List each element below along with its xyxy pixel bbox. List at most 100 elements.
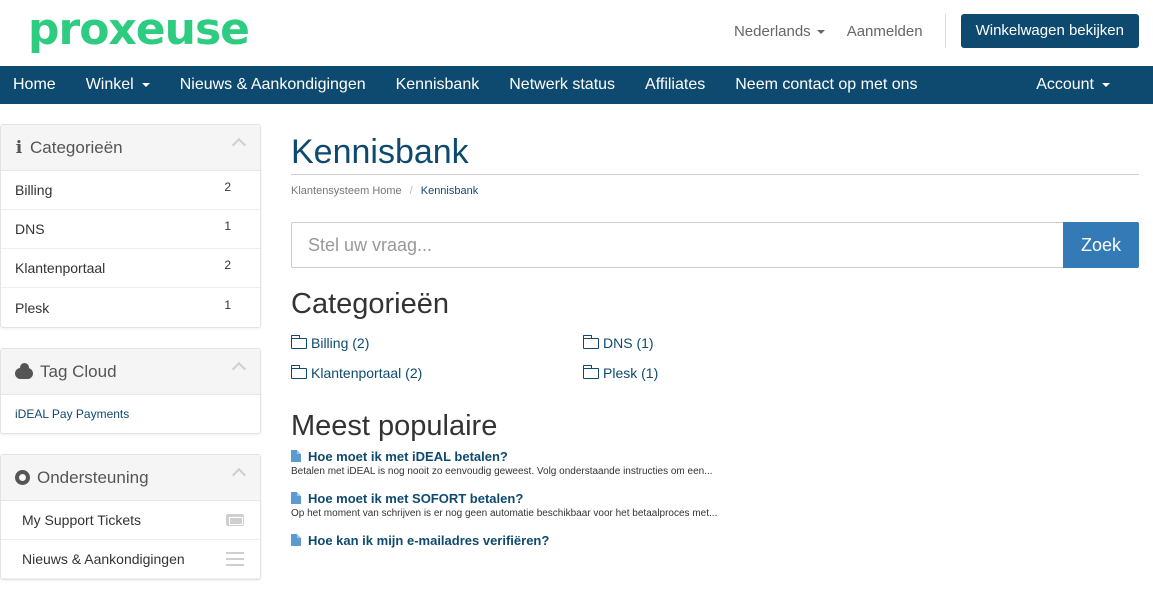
categories-heading: Categorieën bbox=[291, 288, 449, 320]
folder-open-icon bbox=[290, 364, 307, 379]
category-label: Plesk bbox=[15, 299, 50, 316]
nav-label: Kennisbank bbox=[395, 76, 480, 93]
article-link[interactable]: Hoe kan ik mijn e-mailadres verifiëren? bbox=[291, 532, 1139, 548]
article-link[interactable]: Hoe moet ik met SOFORT betalen? bbox=[291, 490, 1139, 506]
nav-news[interactable]: Nieuws & Aankondigingen bbox=[165, 66, 381, 104]
sidebar-category-klantenportaal[interactable]: Klantenportaal 2 bbox=[1, 249, 260, 288]
category-link-dns[interactable]: DNS (1) bbox=[582, 328, 875, 358]
nav-label: Neem contact op met ons bbox=[735, 76, 918, 93]
sidebar-item-news[interactable]: Nieuws & Aankondigingen bbox=[1, 540, 260, 579]
category-link-label: DNS (1) bbox=[603, 335, 654, 351]
popular-articles: Hoe moet ik met iDEAL betalen? Betalen m… bbox=[291, 448, 1139, 548]
login-link[interactable]: Aanmelden bbox=[847, 23, 923, 40]
document-icon bbox=[291, 450, 301, 462]
nav-shop[interactable]: Winkel bbox=[71, 66, 165, 104]
category-link-label: Klantenportaal (2) bbox=[311, 365, 423, 381]
category-link-label: Plesk (1) bbox=[603, 365, 659, 381]
category-label: Billing bbox=[15, 182, 53, 198]
category-link-plesk[interactable]: Plesk (1) bbox=[582, 358, 875, 388]
article-excerpt: Op het moment van schrijven is er nog ge… bbox=[291, 508, 718, 519]
chevron-up-icon[interactable] bbox=[231, 467, 247, 483]
category-count: 1 bbox=[224, 297, 231, 312]
caret-down-icon bbox=[816, 29, 825, 34]
breadcrumb: Klantensysteem Home / Kennisbank bbox=[291, 185, 1139, 199]
nav-knowledgebase[interactable]: Kennisbank bbox=[381, 66, 495, 104]
tag-cloud-body: iDEAL Pay Payments bbox=[1, 395, 260, 433]
document-icon bbox=[291, 492, 301, 504]
category-count: 2 bbox=[224, 258, 231, 272]
nav-label: Account bbox=[1036, 76, 1094, 93]
main-navbar: Home Winkel Nieuws & Aankondigingen Kenn… bbox=[0, 66, 1153, 104]
category-label: Klantenportaal bbox=[15, 260, 106, 276]
panel-title: Tag Cloud bbox=[40, 361, 117, 381]
chevron-up-icon[interactable] bbox=[231, 361, 247, 377]
document-icon bbox=[291, 534, 301, 546]
list-icon bbox=[226, 552, 244, 566]
support-item-label: Nieuws & Aankondigingen bbox=[22, 551, 185, 567]
folder-open-icon bbox=[582, 334, 599, 349]
panel-header[interactable]: i Categorieën bbox=[1, 125, 260, 171]
article-excerpt: Betalen met iDEAL is nog nooit zo eenvou… bbox=[291, 466, 713, 477]
panel-header[interactable]: Ondersteuning bbox=[1, 455, 260, 501]
category-grid: Billing (2) DNS (1) Klantenportaal (2) P… bbox=[290, 328, 1139, 388]
breadcrumb-current: Kennisbank bbox=[420, 185, 479, 197]
article-title: Hoe kan ik mijn e-mailadres verifiëren? bbox=[308, 532, 550, 548]
nav-account[interactable]: Account bbox=[1021, 66, 1125, 104]
categories-panel: i Categorieën Billing 2 DNS 1 Klantenporta… bbox=[0, 124, 261, 328]
tag-link[interactable]: iDEAL Pay Payments bbox=[15, 407, 129, 421]
sidebar-category-plesk[interactable]: Plesk 1 bbox=[1, 288, 260, 327]
nav-label: Nieuws & Aankondigingen bbox=[179, 76, 366, 93]
divider bbox=[944, 14, 946, 48]
search-input[interactable]: Stel uw vraag... bbox=[291, 222, 1063, 268]
site-header: proxeuse Nederlands Aanmelden Winkelwage… bbox=[0, 0, 1153, 66]
folder-open-icon bbox=[290, 334, 307, 349]
nav-label: Affiliates bbox=[645, 76, 706, 93]
search-button[interactable]: Zoek bbox=[1063, 222, 1139, 268]
info-icon: i bbox=[15, 137, 23, 158]
panel-header[interactable]: Tag Cloud bbox=[1, 349, 260, 395]
page-title: Kennisbank bbox=[291, 130, 1139, 175]
category-count: 2 bbox=[224, 180, 231, 194]
top-links: Nederlands Aanmelden Winkelwagen bekijke… bbox=[734, 14, 1139, 48]
nav-label: Home bbox=[13, 76, 56, 93]
language-selector[interactable]: Nederlands bbox=[734, 23, 825, 40]
panel-title: Categorieën bbox=[30, 137, 123, 157]
list-item: Hoe kan ik mijn e-mailadres verifiëren? bbox=[291, 532, 1139, 548]
kb-search: Stel uw vraag... Zoek bbox=[291, 222, 1139, 268]
nav-home[interactable]: Home bbox=[0, 66, 71, 104]
nav-contact[interactable]: Neem contact op met ons bbox=[720, 66, 932, 104]
cloud-icon bbox=[15, 362, 33, 379]
caret-down-icon bbox=[1102, 82, 1110, 87]
category-link-klantenportaal[interactable]: Klantenportaal (2) bbox=[290, 358, 583, 388]
lifebuoy-icon bbox=[15, 470, 30, 485]
sidebar-item-support-tickets[interactable]: My Support Tickets bbox=[1, 501, 260, 540]
language-label: Nederlands bbox=[733, 22, 811, 40]
site-logo[interactable]: proxeuse bbox=[28, 4, 250, 55]
folder-open-icon bbox=[582, 364, 599, 379]
tag-cloud-panel: Tag Cloud iDEAL Pay Payments bbox=[0, 348, 261, 434]
article-link[interactable]: Hoe moet ik met iDEAL betalen? bbox=[291, 448, 1139, 464]
breadcrumb-separator: / bbox=[409, 185, 413, 197]
sidebar-category-dns[interactable]: DNS 1 bbox=[1, 210, 260, 249]
nav-network-status[interactable]: Netwerk status bbox=[494, 66, 630, 104]
view-cart-button[interactable]: Winkelwagen bekijken bbox=[960, 14, 1139, 48]
support-item-label: My Support Tickets bbox=[22, 512, 142, 528]
sidebar-category-billing[interactable]: Billing 2 bbox=[1, 171, 260, 210]
article-title: Hoe moet ik met SOFORT betalen? bbox=[308, 490, 524, 506]
nav-label: Winkel bbox=[85, 76, 134, 93]
list-item: Hoe moet ik met SOFORT betalen? Op het m… bbox=[291, 490, 1139, 521]
list-item: Hoe moet ik met iDEAL betalen? Betalen m… bbox=[291, 448, 1139, 479]
article-title: Hoe moet ik met iDEAL betalen? bbox=[308, 448, 508, 464]
category-count: 1 bbox=[224, 219, 231, 233]
panel-title: Ondersteuning bbox=[37, 467, 149, 487]
nav-affiliates[interactable]: Affiliates bbox=[630, 66, 720, 104]
category-link-label: Billing (2) bbox=[311, 335, 370, 351]
breadcrumb-home[interactable]: Klantensysteem Home bbox=[291, 185, 402, 197]
nav-label: Netwerk status bbox=[509, 76, 616, 93]
ticket-icon bbox=[226, 514, 244, 526]
chevron-up-icon[interactable] bbox=[231, 137, 247, 153]
sidebar: i Categorieën Billing 2 DNS 1 Klantenporta… bbox=[0, 124, 261, 600]
popular-heading: Meest populaire bbox=[291, 410, 498, 442]
category-link-billing[interactable]: Billing (2) bbox=[290, 328, 583, 358]
category-label: DNS bbox=[15, 221, 45, 237]
